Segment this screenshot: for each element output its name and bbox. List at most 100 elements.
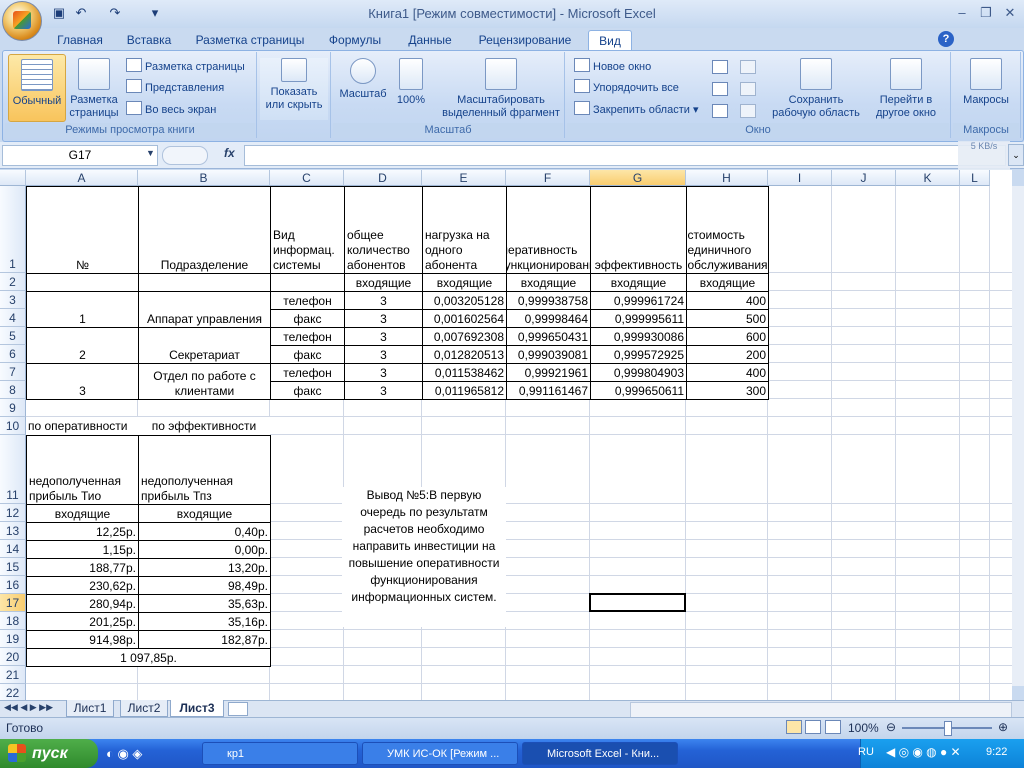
save-icon[interactable]: ▣ — [50, 4, 68, 22]
page-break-button[interactable]: Разметка страницы — [126, 58, 245, 76]
cell-eff[interactable]: 0,999930086 — [590, 327, 687, 346]
switch-windows-button[interactable]: Перейти в другое окно — [866, 58, 946, 120]
unhide-window-icon[interactable] — [712, 104, 728, 118]
cell-load[interactable]: 0,003205128 — [422, 291, 507, 310]
tray-icons[interactable]: ◀ ◎ ◉ ◍ ● ✕ — [886, 745, 961, 759]
minimize-icon[interactable]: – — [950, 4, 974, 22]
profit-tio-value[interactable]: 230,62р. — [26, 576, 139, 595]
cell-load[interactable]: 0,011965812 — [422, 381, 507, 400]
zoom-level[interactable]: 100% — [848, 721, 879, 735]
header-sys[interactable]: Вид информац. системы — [270, 186, 345, 274]
language-indicator[interactable]: RU — [858, 746, 874, 758]
page-break-view-icon[interactable] — [824, 720, 841, 734]
undo-icon[interactable]: ↶ — [72, 4, 90, 22]
profit-tpz-value[interactable]: 98,49р. — [138, 576, 271, 595]
cell-sys[interactable]: телефон — [270, 363, 345, 382]
cell-total[interactable]: 3 — [344, 327, 423, 346]
split-icon[interactable] — [712, 60, 728, 74]
sheet-tab-2[interactable]: Лист2 — [120, 700, 168, 717]
col-header-C[interactable]: C — [270, 170, 344, 186]
cell-total[interactable]: 3 — [344, 381, 423, 400]
tab-insert[interactable]: Вставка — [120, 30, 178, 50]
header-oper[interactable]: оперативность функционирования — [506, 186, 591, 274]
dept-name[interactable]: Аппарат управления — [138, 291, 271, 328]
col-header-E[interactable]: E — [422, 170, 506, 186]
dept-number[interactable]: 2 — [26, 327, 139, 364]
save-workspace-button[interactable]: Сохранить рабочую область — [766, 58, 866, 120]
row-header-19[interactable]: 19 — [0, 630, 26, 648]
row-header-15[interactable]: 15 — [0, 558, 26, 576]
vertical-scrollbar[interactable] — [1012, 186, 1024, 686]
dept-name[interactable]: Отдел по работе с клиентами — [138, 363, 271, 400]
formula-input[interactable] — [244, 145, 1006, 166]
col-header-J[interactable]: J — [832, 170, 896, 186]
dept-number[interactable]: 1 — [26, 291, 139, 328]
freeze-panes-button[interactable]: Закрепить области ▾ — [574, 101, 698, 119]
tab-formulas[interactable]: Формулы — [322, 30, 388, 50]
close-icon[interactable]: ✕ — [998, 4, 1022, 22]
profit-sub-a[interactable]: входящие — [26, 504, 139, 523]
cell-oper[interactable]: 0,991161467 — [506, 381, 591, 400]
cell-load[interactable]: 0,011538462 — [422, 363, 507, 382]
cell-oper[interactable]: 0,999650431 — [506, 327, 591, 346]
row-header-13[interactable]: 13 — [0, 522, 26, 540]
profit-tio-value[interactable]: 188,77р. — [26, 558, 139, 577]
row-header-17[interactable]: 17 — [0, 594, 26, 612]
cell-sys[interactable]: факс — [270, 309, 345, 328]
header-load[interactable]: нагрузка на одного абонента — [422, 186, 507, 274]
insert-sheet-icon[interactable] — [228, 702, 248, 716]
col-header-A[interactable]: A — [26, 170, 138, 186]
profit-total[interactable]: 1 097,85р. — [26, 648, 271, 667]
zoom-slider-thumb[interactable] — [944, 721, 952, 736]
row-header-4[interactable]: 4 — [0, 309, 26, 327]
cell-cost[interactable]: 300 — [686, 381, 769, 400]
row-header-8[interactable]: 8 — [0, 381, 26, 399]
header-sub-2[interactable] — [138, 273, 271, 292]
view-shortcuts[interactable] — [786, 720, 842, 735]
cell-total[interactable]: 3 — [344, 291, 423, 310]
normal-view-button[interactable]: Обычный — [8, 54, 66, 122]
restore-icon[interactable]: ❐ — [974, 4, 998, 22]
new-window-button[interactable]: Новое окно — [574, 58, 651, 76]
office-button[interactable] — [2, 1, 42, 41]
zoom-in-icon[interactable]: ⊕ — [998, 720, 1008, 734]
header-sub-4[interactable]: входящие — [344, 273, 423, 292]
profit-tpz-value[interactable]: 0,40р. — [138, 522, 271, 541]
header-profit-tio[interactable]: недополученная прибыль Тио — [26, 435, 139, 505]
macros-button[interactable]: Макросы — [954, 58, 1018, 107]
dept-name[interactable]: Секретариат — [138, 327, 271, 364]
cell-eff[interactable]: 0,999572925 — [590, 345, 687, 364]
col-header-B[interactable]: B — [138, 170, 270, 186]
cell-sys[interactable]: телефон — [270, 291, 345, 310]
row-header-7[interactable]: 7 — [0, 363, 26, 381]
cell-eff[interactable]: 0,999995611 — [590, 309, 687, 328]
row-header-5[interactable]: 5 — [0, 327, 26, 345]
profit-tpz-value[interactable]: 35,63р. — [138, 594, 271, 613]
sheet-tab-3[interactable]: Лист3 — [170, 700, 224, 717]
row-header-6[interactable]: 6 — [0, 345, 26, 363]
cell-load[interactable]: 0,001602564 — [422, 309, 507, 328]
cell-oper[interactable]: 0,999039081 — [506, 345, 591, 364]
cell-cost[interactable]: 500 — [686, 309, 769, 328]
header-sub-6[interactable]: входящие — [506, 273, 591, 292]
header-sub-3[interactable] — [270, 273, 345, 292]
expand-formula-icon[interactable]: ⌄ — [1008, 144, 1024, 166]
cell-load[interactable]: 0,007692308 — [422, 327, 507, 346]
profit-sub-b[interactable]: входящие — [138, 504, 271, 523]
quick-launch-icons[interactable]: ◐ ◉ ◈ — [106, 746, 142, 762]
hide-window-icon[interactable] — [712, 82, 728, 96]
zoom-out-icon[interactable]: ⊖ — [886, 720, 896, 734]
custom-views-button[interactable]: Представления — [126, 79, 224, 97]
col-header-L[interactable]: L — [960, 170, 990, 186]
redo-icon[interactable]: ↷ — [106, 4, 124, 22]
cell-cost[interactable]: 600 — [686, 327, 769, 346]
header-sub-1[interactable] — [26, 273, 139, 292]
zoom-button[interactable]: Масштаб — [336, 58, 390, 101]
col-header-I[interactable]: I — [768, 170, 832, 186]
cell-cost[interactable]: 400 — [686, 363, 769, 382]
tab-page-layout[interactable]: Разметка страницы — [190, 30, 310, 50]
cell-total[interactable]: 3 — [344, 309, 423, 328]
dept-number[interactable]: 3 — [26, 363, 139, 400]
row-header-16[interactable]: 16 — [0, 576, 26, 594]
sync-scroll-icon[interactable] — [740, 82, 756, 96]
